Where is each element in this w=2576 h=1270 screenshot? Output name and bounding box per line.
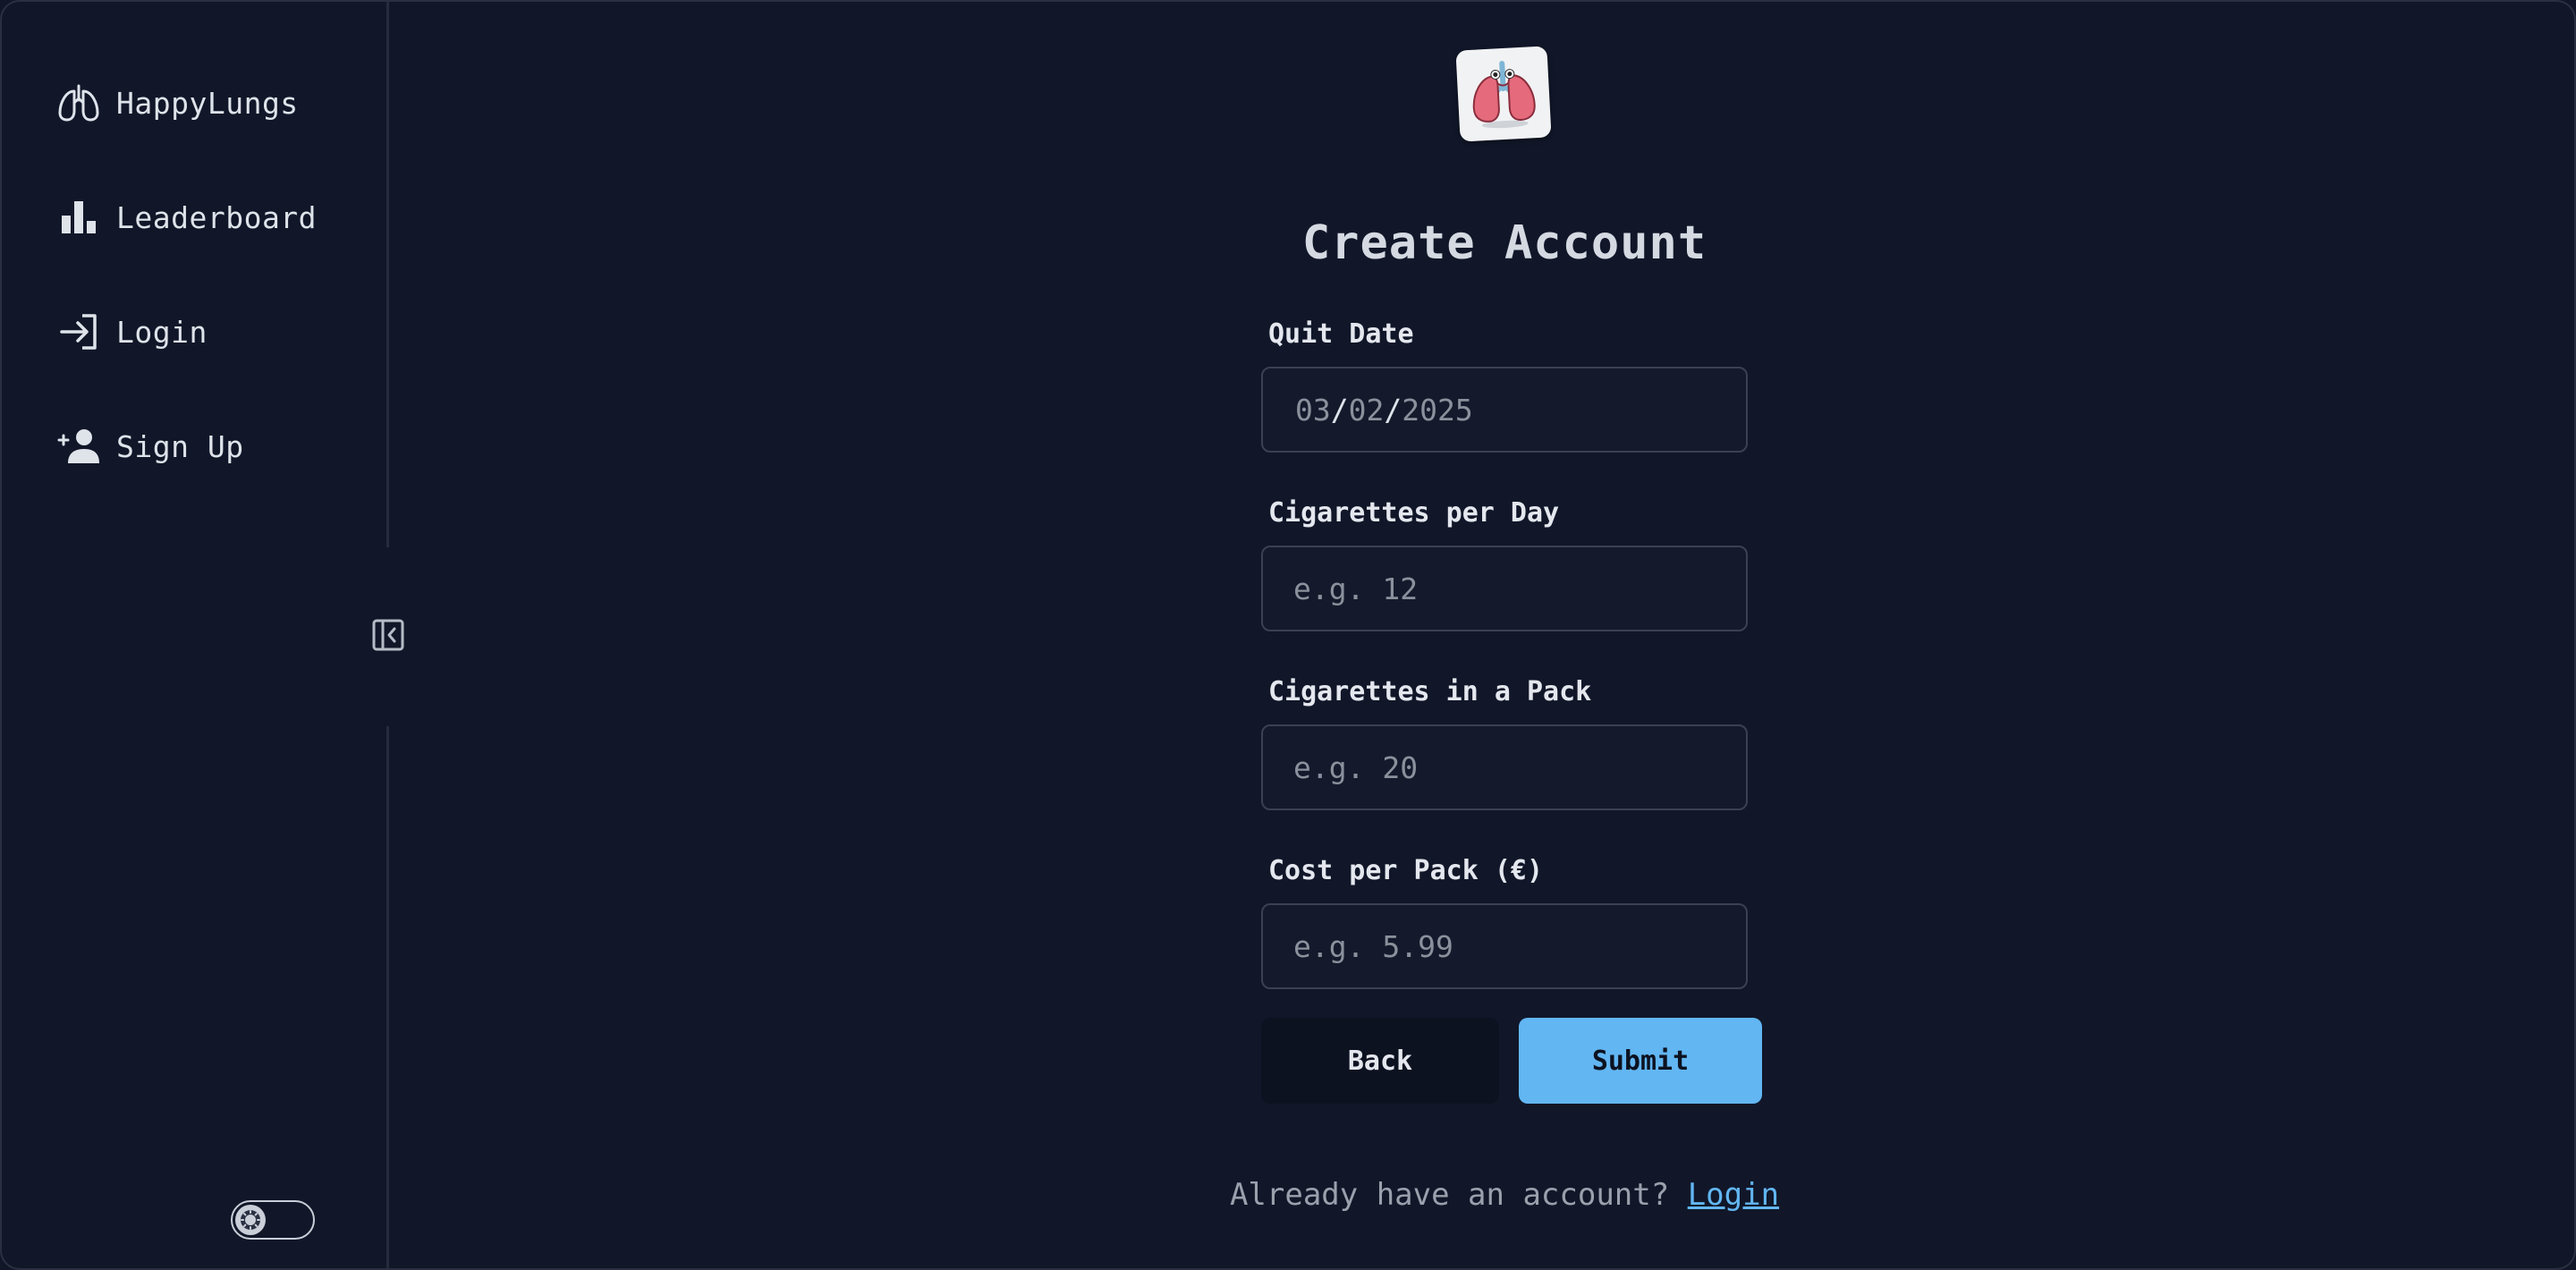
date-separator: / — [1330, 392, 1349, 428]
cigarettes-in-pack-input[interactable] — [1261, 724, 1748, 810]
theme-toggle[interactable] — [231, 1200, 315, 1240]
sidebar: HappyLungs Leaderboard Login Sign Up — [2, 2, 388, 1268]
sidebar-divider — [386, 726, 389, 1268]
sidebar-item-label: Sign Up — [116, 428, 244, 464]
sidebar-item-login[interactable]: Login — [57, 305, 208, 359]
app-window: HappyLungs Leaderboard Login Sign Up Cre… — [0, 0, 2576, 1270]
sidebar-item-happylungs[interactable]: HappyLungs — [57, 76, 299, 130]
collapse-sidebar-button[interactable] — [369, 617, 408, 656]
back-button[interactable]: Back — [1261, 1018, 1499, 1104]
sidebar-item-label: Leaderboard — [116, 199, 318, 235]
quit-date-month[interactable]: 03 — [1295, 393, 1331, 428]
cigarettes-in-pack-label: Cigarettes in a Pack — [1268, 676, 1592, 707]
quit-date-year[interactable]: 2025 — [1402, 393, 1472, 428]
date-separator: / — [1384, 392, 1402, 428]
page-title: Create Account — [1301, 216, 1707, 270]
collapse-sidebar-icon — [372, 619, 404, 655]
lungs-icon — [57, 81, 100, 124]
sidebar-item-sign-up[interactable]: Sign Up — [57, 419, 244, 473]
login-icon — [57, 310, 100, 353]
submit-button[interactable]: Submit — [1519, 1018, 1762, 1104]
sun-icon — [235, 1205, 266, 1235]
quit-date-day[interactable]: 02 — [1349, 393, 1385, 428]
sidebar-divider — [386, 2, 389, 547]
login-link[interactable]: Login — [1688, 1177, 1779, 1213]
login-prompt-text: Already have an account? — [1229, 1177, 1670, 1213]
quit-date-label: Quit Date — [1268, 318, 1414, 350]
sidebar-item-label: HappyLungs — [116, 85, 299, 121]
login-prompt: Already have an account? Login — [1165, 1177, 1844, 1213]
cigarettes-per-day-label: Cigarettes per Day — [1268, 497, 1560, 529]
lungs-mascot-logo — [1455, 46, 1552, 142]
cost-per-pack-input[interactable] — [1261, 903, 1748, 989]
sidebar-item-leaderboard[interactable]: Leaderboard — [57, 190, 317, 244]
cigarettes-per-day-input[interactable] — [1261, 546, 1748, 631]
add-user-icon — [57, 425, 100, 468]
sidebar-item-label: Login — [116, 314, 208, 350]
quit-date-input[interactable]: 03 / 02 / 2025 — [1261, 367, 1748, 453]
bar-chart-icon — [57, 196, 100, 239]
cost-per-pack-label: Cost per Pack (€) — [1268, 855, 1544, 886]
